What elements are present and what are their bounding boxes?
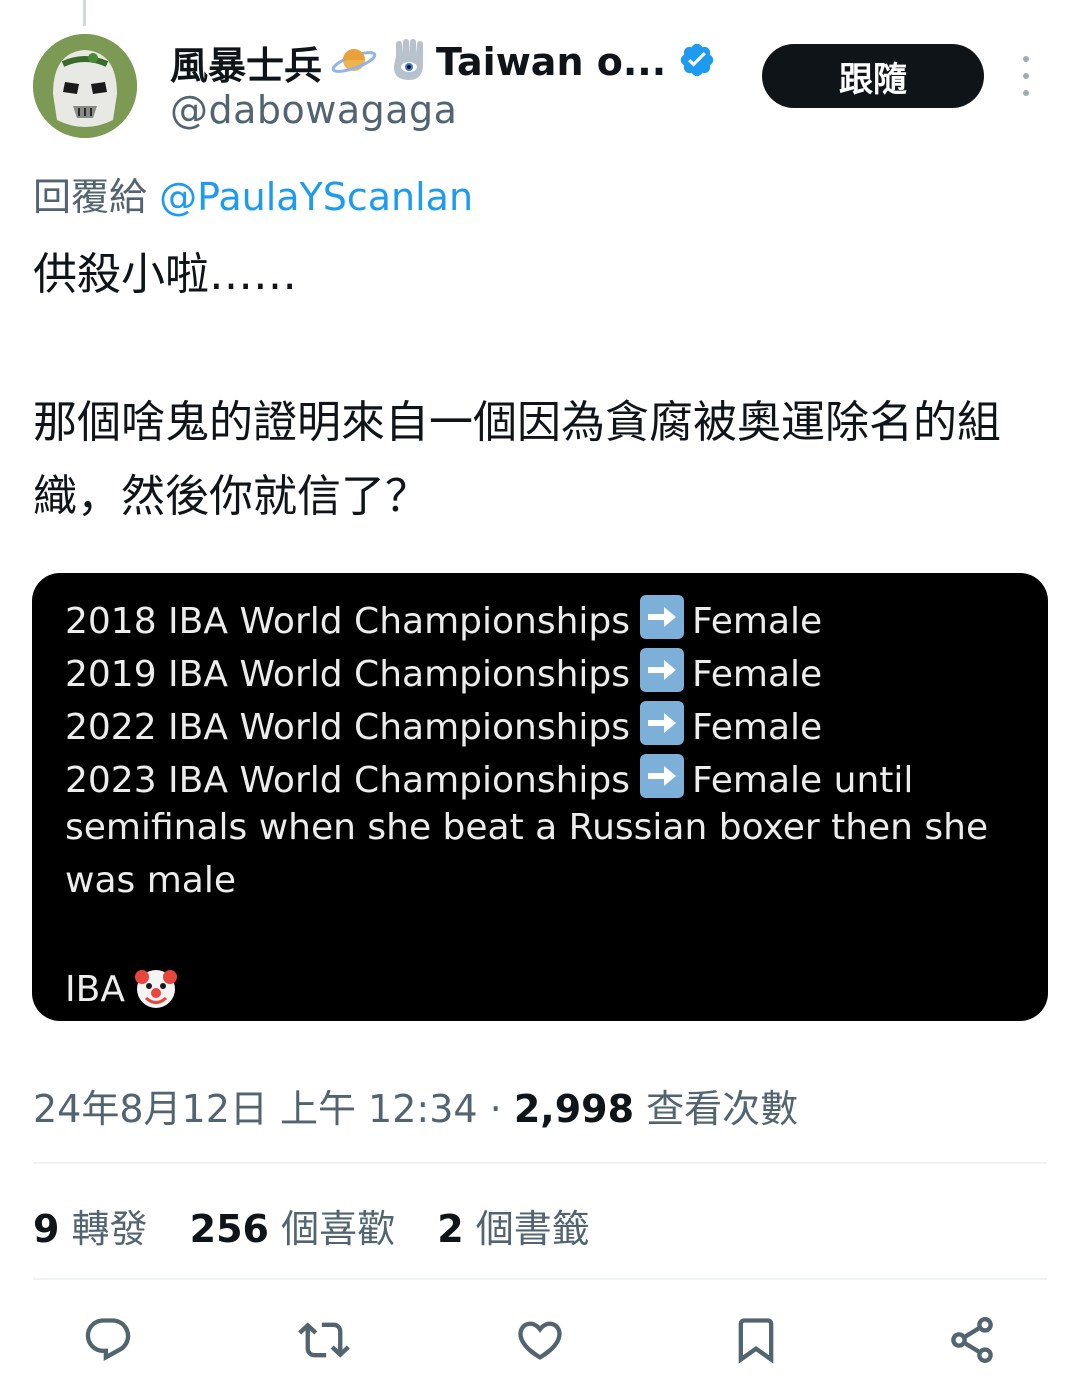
media-line-value: Female bbox=[692, 654, 823, 695]
likes-stat[interactable]: 256 個喜歡 bbox=[190, 1207, 395, 1251]
divider bbox=[33, 1162, 1047, 1164]
action-bar bbox=[0, 1310, 1079, 1380]
tweet-media-image[interactable]: 2018 IBA World Championships Female 2019 … bbox=[32, 573, 1048, 1021]
media-text-line: was male bbox=[65, 860, 236, 901]
reply-mention-link[interactable]: @PaulaYScanlan bbox=[159, 175, 473, 219]
right-arrow-icon bbox=[640, 648, 685, 692]
media-line-value: Female bbox=[692, 601, 823, 642]
retweets-stat[interactable]: 9 轉發 bbox=[33, 1207, 148, 1251]
tweet-text-line: 供殺小啦…… bbox=[33, 249, 297, 300]
clown-face-emoji-icon bbox=[133, 965, 179, 1020]
retweets-count: 9 bbox=[33, 1207, 60, 1251]
media-text-line: 2019 IBA World Championships Female bbox=[65, 648, 822, 695]
heart-icon[interactable] bbox=[510, 1310, 570, 1370]
reply-context: 回覆給 @PaulaYScanlan bbox=[33, 166, 473, 221]
media-line-label: 2023 IBA World Championships bbox=[65, 760, 631, 801]
avatar[interactable] bbox=[33, 34, 137, 138]
views-label: 查看次數 bbox=[646, 1087, 799, 1131]
tweet-text-line: 那個啥鬼的證明來自一個因為貪腐被奧運除名的組織，然後你就信了？ bbox=[33, 397, 1001, 522]
bookmarks-stat[interactable]: 2 個書籤 bbox=[437, 1207, 590, 1251]
reply-icon[interactable] bbox=[78, 1310, 138, 1370]
planet-emoji-icon bbox=[330, 40, 378, 84]
stormtrooper-avatar-icon bbox=[33, 34, 137, 138]
more-options-icon[interactable] bbox=[1012, 56, 1040, 96]
media-line-label: 2019 IBA World Championships bbox=[65, 654, 631, 695]
author-display-name[interactable]: 風暴士兵 bbox=[170, 35, 322, 90]
media-text-line: 2022 IBA World Championships Female bbox=[65, 701, 822, 748]
author-name-suffix[interactable]: Taiwan o... bbox=[436, 40, 666, 84]
tweet-blank-line bbox=[33, 312, 1043, 386]
media-text-line: 2023 IBA World Championships Female until bbox=[65, 754, 913, 801]
right-arrow-icon bbox=[640, 701, 685, 745]
verified-badge-icon bbox=[678, 41, 716, 83]
hamsa-emoji-icon bbox=[386, 36, 430, 88]
divider bbox=[33, 1278, 1047, 1280]
media-line-label: 2022 IBA World Championships bbox=[65, 707, 631, 748]
tweet-meta: 24年8月12日 上午 12:34 · 2,998 查看次數 bbox=[33, 1078, 798, 1133]
bookmarks-label: 個書籤 bbox=[475, 1207, 590, 1251]
likes-count: 256 bbox=[189, 1207, 269, 1251]
thread-connector-line bbox=[83, 0, 86, 26]
media-text-line: semifinals when she beat a Russian boxer… bbox=[65, 807, 989, 848]
right-arrow-icon bbox=[640, 754, 685, 798]
media-footer-label: IBA bbox=[65, 969, 125, 1010]
meta-separator: · bbox=[489, 1087, 502, 1131]
author-handle[interactable]: @dabowagaga bbox=[170, 88, 457, 132]
bookmarks-count: 2 bbox=[437, 1207, 464, 1251]
media-line-label: 2018 IBA World Championships bbox=[65, 601, 631, 642]
follow-button[interactable]: 跟隨 bbox=[762, 44, 984, 108]
right-arrow-icon bbox=[640, 595, 685, 639]
media-line-value: Female until bbox=[692, 760, 914, 801]
engagement-stats: 9 轉發 256 個喜歡 2 個書籤 bbox=[33, 1198, 590, 1253]
bookmark-icon[interactable] bbox=[726, 1310, 786, 1370]
views-count: 2,998 bbox=[513, 1087, 635, 1131]
retweet-icon[interactable] bbox=[294, 1310, 354, 1370]
media-line-value: Female bbox=[692, 707, 823, 748]
share-icon[interactable] bbox=[942, 1310, 1002, 1370]
media-footer-line: IBA bbox=[65, 965, 179, 1020]
media-text-line: 2018 IBA World Championships Female bbox=[65, 595, 822, 642]
reply-prefix: 回覆給 bbox=[33, 175, 148, 219]
author-name-row[interactable]: 風暴士兵 Taiwan o... bbox=[170, 36, 716, 88]
tweet-text: 供殺小啦…… 那個啥鬼的證明來自一個因為貪腐被奧運除名的組織，然後你就信了？ bbox=[33, 238, 1043, 534]
retweets-label: 轉發 bbox=[71, 1207, 148, 1251]
likes-label: 個喜歡 bbox=[281, 1207, 396, 1251]
timestamp-link[interactable]: 24年8月12日 上午 12:34 bbox=[33, 1087, 478, 1131]
